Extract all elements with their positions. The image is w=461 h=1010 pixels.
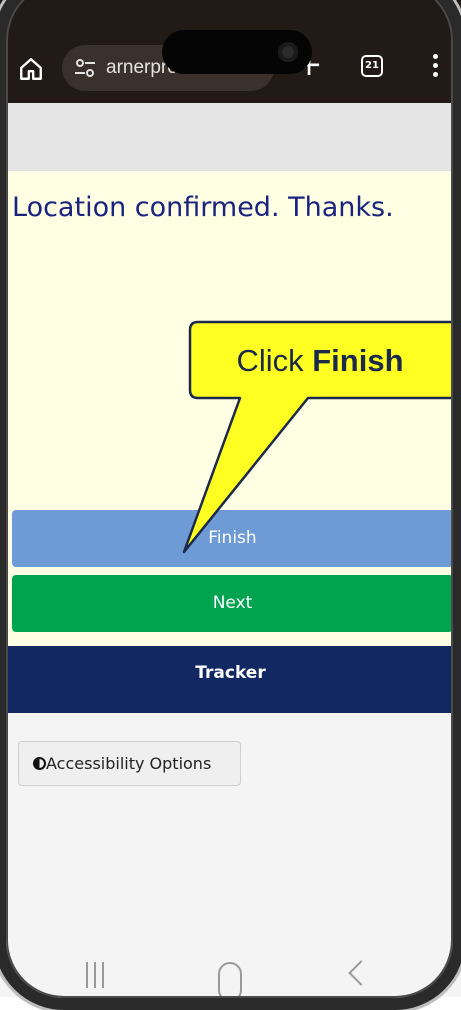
callout-text: Click Finish: [190, 327, 450, 395]
screen: arnerprofile.com + 21 Location confirmed…: [0, 0, 461, 997]
callout-bubble: [182, 320, 461, 554]
phone: arnerprofile.com + 21 Location confirmed…: [0, 0, 461, 1010]
callout-prefix: Click: [236, 343, 313, 378]
callout-target: Finish: [312, 343, 404, 378]
